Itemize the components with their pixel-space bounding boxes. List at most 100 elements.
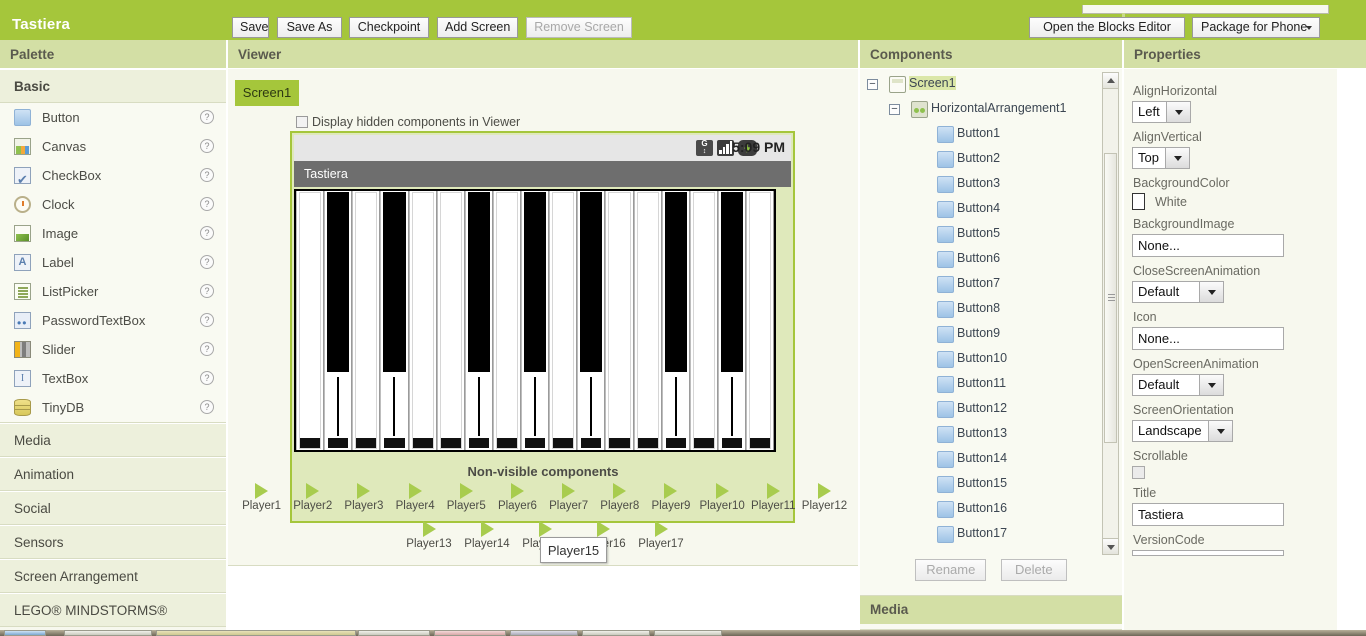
screen-orientation-select[interactable]: Landscape (1132, 420, 1233, 442)
non-visible-component-player17[interactable]: Player17 (632, 521, 690, 550)
taskbar-item[interactable] (358, 630, 430, 636)
tree-node-button16[interactable]: Button16 (863, 497, 1119, 522)
tree-node-button11[interactable]: Button11 (863, 372, 1119, 397)
display-hidden-components-row[interactable]: Display hidden components in Viewer (296, 115, 520, 129)
palette-section-screen-arrangement[interactable]: Screen Arrangement (0, 559, 226, 593)
non-visible-component-player5[interactable]: Player5 (441, 483, 492, 512)
tree-node-button4[interactable]: Button4 (863, 197, 1119, 222)
scroll-down-arrow-icon[interactable] (1103, 538, 1118, 554)
taskbar-item[interactable] (64, 630, 152, 636)
tree-node-button5[interactable]: Button5 (863, 222, 1119, 247)
piano-key-15[interactable] (689, 191, 718, 450)
palette-section-lego-mindstorms[interactable]: LEGO® MINDSTORMS® (0, 593, 226, 627)
palette-section-social[interactable]: Social (0, 491, 226, 525)
non-visible-component-player7[interactable]: Player7 (543, 483, 594, 512)
non-visible-component-player3[interactable]: Player3 (338, 483, 389, 512)
palette-item-listpicker[interactable]: ListPicker? (0, 277, 226, 306)
tree-node-button15[interactable]: Button15 (863, 472, 1119, 497)
background-image-field[interactable]: None... (1132, 234, 1284, 257)
tree-node-button7[interactable]: Button7 (863, 272, 1119, 297)
non-visible-component-player6[interactable]: Player6 (492, 483, 543, 512)
palette-item-button[interactable]: Button? (0, 103, 226, 132)
chevron-down-icon[interactable] (1199, 375, 1223, 395)
chevron-down-icon[interactable] (1165, 102, 1190, 122)
palette-item-canvas[interactable]: Canvas? (0, 132, 226, 161)
piano-key-17[interactable] (746, 191, 775, 450)
palette-item-passwordtextbox[interactable]: PasswordTextBox? (0, 306, 226, 338)
non-visible-component-player4[interactable]: Player4 (390, 483, 441, 512)
piano-key-12[interactable] (605, 191, 634, 450)
package-for-phone-button[interactable]: Package for Phone (1192, 17, 1320, 38)
display-hidden-components-checkbox[interactable] (296, 116, 308, 128)
piano-key-11[interactable] (577, 191, 606, 450)
tree-node-button2[interactable]: Button2 (863, 147, 1119, 172)
help-icon[interactable]: ? (200, 400, 214, 414)
piano-key-14[interactable] (661, 191, 690, 450)
tree-node-screen1[interactable]: − Screen1 (863, 72, 1119, 97)
chevron-down-icon[interactable] (1164, 148, 1189, 168)
non-visible-component-player2[interactable]: Player2 (287, 483, 338, 512)
save-as-button[interactable]: Save As (277, 17, 342, 38)
piano-key-10[interactable] (549, 191, 578, 450)
tree-toggle-icon[interactable]: − (889, 104, 900, 115)
help-icon[interactable]: ? (200, 313, 214, 327)
piano-keyboard[interactable] (294, 189, 776, 452)
tree-node-horizontalarrangement1[interactable]: − HorizontalArrangement1 (863, 97, 1119, 122)
tree-node-button1[interactable]: Button1 (863, 122, 1119, 147)
screen-tab-screen1[interactable]: Screen1 (235, 80, 299, 106)
open-screen-animation-select[interactable]: Default (1132, 374, 1224, 396)
tree-node-button13[interactable]: Button13 (863, 422, 1119, 447)
icon-field[interactable]: None... (1132, 327, 1284, 350)
help-icon[interactable]: ? (200, 284, 214, 298)
non-visible-component-player12[interactable]: Player12 (799, 483, 850, 512)
help-icon[interactable]: ? (200, 139, 214, 153)
component-tree-scrollbar[interactable] (1102, 72, 1119, 555)
piano-key-2[interactable] (324, 191, 353, 450)
save-button[interactable]: Save (232, 17, 269, 38)
piano-key-4[interactable] (380, 191, 409, 450)
non-visible-component-player10[interactable]: Player10 (697, 483, 748, 512)
tree-node-button3[interactable]: Button3 (863, 172, 1119, 197)
palette-item-tinydb[interactable]: TinyDB? (0, 393, 226, 422)
palette-item-clock[interactable]: Clock? (0, 190, 226, 219)
palette-section-basic[interactable]: Basic (0, 69, 226, 103)
palette-item-label[interactable]: A Label? (0, 248, 226, 277)
taskbar-item[interactable] (654, 630, 722, 636)
piano-key-6[interactable] (436, 191, 465, 450)
help-icon[interactable]: ? (200, 342, 214, 356)
version-code-field[interactable] (1132, 550, 1284, 556)
palette-item-image[interactable]: Image? (0, 219, 226, 248)
non-visible-component-player8[interactable]: Player8 (594, 483, 645, 512)
non-visible-component-player13[interactable]: Player13 (400, 521, 458, 550)
align-horizontal-select[interactable]: Left (1132, 101, 1191, 123)
tree-node-button9[interactable]: Button9 (863, 322, 1119, 347)
piano-key-7[interactable] (464, 191, 493, 450)
tree-node-button14[interactable]: Button14 (863, 447, 1119, 472)
taskbar-item[interactable] (156, 630, 356, 636)
help-icon[interactable]: ? (200, 168, 214, 182)
help-icon[interactable]: ? (200, 371, 214, 385)
close-screen-animation-select[interactable]: Default (1132, 281, 1224, 303)
help-icon[interactable]: ? (200, 110, 214, 124)
chevron-down-icon[interactable] (1199, 282, 1223, 302)
piano-key-3[interactable] (352, 191, 381, 450)
add-screen-button[interactable]: Add Screen (437, 17, 518, 38)
palette-item-slider[interactable]: Slider? (0, 335, 226, 364)
tree-node-button10[interactable]: Button10 (863, 347, 1119, 372)
tree-node-button12[interactable]: Button12 (863, 397, 1119, 422)
piano-key-1[interactable] (296, 191, 325, 450)
taskbar-item[interactable] (434, 630, 506, 636)
scrollbar-thumb[interactable] (1104, 153, 1117, 443)
palette-item-textbox[interactable]: I TextBox? (0, 364, 226, 393)
piano-key-5[interactable] (408, 191, 437, 450)
help-icon[interactable]: ? (200, 197, 214, 211)
background-color-swatch[interactable] (1132, 193, 1145, 210)
background-color-row[interactable]: White (1132, 193, 1337, 210)
piano-key-8[interactable] (492, 191, 521, 450)
non-visible-component-player1[interactable]: Player1 (236, 483, 287, 512)
checkpoint-button[interactable]: Checkpoint (349, 17, 429, 38)
tree-node-button17[interactable]: Button17 (863, 522, 1119, 547)
palette-section-animation[interactable]: Animation (0, 457, 226, 491)
taskbar-start-button[interactable] (4, 630, 46, 636)
scroll-up-arrow-icon[interactable] (1103, 73, 1118, 89)
